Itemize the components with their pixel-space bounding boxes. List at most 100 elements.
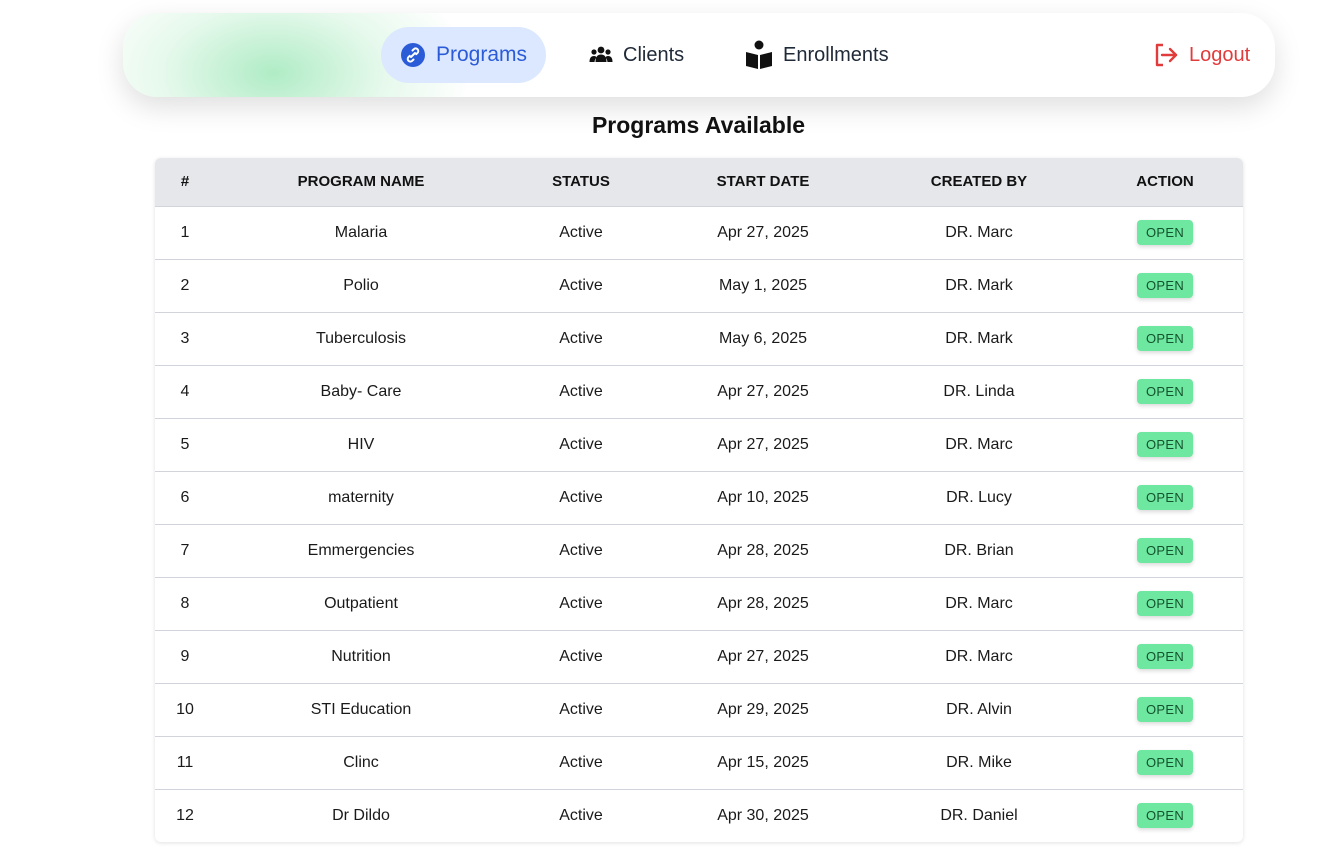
program-name: Clinc xyxy=(343,753,379,771)
program-created-by: DR. Marc xyxy=(945,223,1013,241)
program-created-by: DR. Marc xyxy=(945,435,1013,453)
col-header-status: STATUS xyxy=(552,173,610,191)
table-row: 10 STI Education Active Apr 29, 2025 DR.… xyxy=(155,683,1243,736)
table-row: 12 Dr Dildo Active Apr 30, 2025 DR. Dani… xyxy=(155,789,1243,842)
open-button[interactable]: OPEN xyxy=(1136,220,1194,245)
programs-table: # PROGRAM NAME STATUS START DATE CREATED… xyxy=(155,158,1243,842)
open-button[interactable]: OPEN xyxy=(1136,750,1194,775)
action-cell: OPEN xyxy=(1087,259,1243,312)
program-status: Active xyxy=(559,753,603,771)
row-number: 5 xyxy=(180,435,190,453)
open-button[interactable]: OPEN xyxy=(1136,379,1194,404)
program-start-date: Apr 28, 2025 xyxy=(717,541,809,559)
program-start-date: Apr 27, 2025 xyxy=(717,435,809,453)
program-status: Active xyxy=(559,647,603,665)
nav-clients[interactable]: Clients xyxy=(589,27,684,83)
row-number: 10 xyxy=(176,700,194,718)
program-name: maternity xyxy=(328,488,394,506)
open-button[interactable]: OPEN xyxy=(1136,644,1194,669)
program-status: Active xyxy=(559,276,603,294)
program-status: Active xyxy=(559,700,603,718)
program-status: Active xyxy=(559,329,603,347)
action-cell: OPEN xyxy=(1087,736,1243,789)
table-header: # PROGRAM NAME STATUS START DATE CREATED… xyxy=(155,158,1243,206)
table-row: 4 Baby- Care Active Apr 27, 2025 DR. Lin… xyxy=(155,365,1243,418)
action-cell: OPEN xyxy=(1087,365,1243,418)
open-button[interactable]: OPEN xyxy=(1136,803,1194,829)
open-button[interactable]: OPEN xyxy=(1136,538,1194,563)
nav-programs[interactable]: Programs xyxy=(381,27,546,83)
open-button[interactable]: OPEN xyxy=(1136,432,1194,457)
program-created-by: DR. Alvin xyxy=(946,700,1012,718)
program-status: Active xyxy=(559,806,603,824)
action-cell: OPEN xyxy=(1087,418,1243,471)
row-number: 11 xyxy=(176,753,194,771)
table-header-row: # PROGRAM NAME STATUS START DATE CREATED… xyxy=(155,158,1243,206)
program-status: Active xyxy=(559,541,603,559)
action-cell: OPEN xyxy=(1087,683,1243,736)
action-cell: OPEN xyxy=(1087,471,1243,524)
table-row: 2 Polio Active May 1, 2025 DR. Mark OPEN xyxy=(155,259,1243,312)
program-start-date: Apr 30, 2025 xyxy=(717,806,809,824)
col-header-created-by: CREATED BY xyxy=(930,173,1028,191)
program-name: Polio xyxy=(343,276,379,294)
table-row: 7 Emmergencies Active Apr 28, 2025 DR. B… xyxy=(155,524,1243,577)
program-name: STI Education xyxy=(310,700,412,718)
program-start-date: May 1, 2025 xyxy=(718,276,808,294)
users-icon xyxy=(589,45,613,65)
program-status: Active xyxy=(559,435,603,453)
table-row: 6 maternity Active Apr 10, 2025 DR. Lucy… xyxy=(155,471,1243,524)
col-header-program-name: PROGRAM NAME xyxy=(297,173,425,191)
program-created-by: DR. Linda xyxy=(943,382,1015,400)
program-status: Active xyxy=(559,594,603,612)
row-number: 3 xyxy=(180,329,190,347)
nav-clients-label: Clients xyxy=(623,43,685,66)
program-status: Active xyxy=(559,382,603,400)
program-created-by: DR. Mark xyxy=(945,276,1013,294)
program-start-date: Apr 29, 2025 xyxy=(717,700,809,718)
logout-label: Logout xyxy=(1189,43,1251,66)
logout-button[interactable]: Logout xyxy=(1153,27,1250,83)
col-header-start-date: START DATE xyxy=(716,173,810,191)
program-created-by: DR. Mark xyxy=(945,329,1013,347)
reader-icon xyxy=(745,40,773,70)
program-start-date: Apr 27, 2025 xyxy=(717,382,809,400)
program-name: Tuberculosis xyxy=(315,329,407,347)
page: Programs Clients Enrollments Logout Prog… xyxy=(0,0,1327,852)
program-name: HIV xyxy=(347,435,375,453)
program-name: Malaria xyxy=(334,223,388,241)
program-name: Emmergencies xyxy=(307,541,415,559)
open-button[interactable]: OPEN xyxy=(1136,485,1194,510)
program-created-by: DR. Daniel xyxy=(940,806,1018,824)
program-start-date: May 6, 2025 xyxy=(718,329,808,347)
program-created-by: DR. Marc xyxy=(945,647,1013,665)
table-row: 11 Clinc Active Apr 15, 2025 DR. Mike OP… xyxy=(155,736,1243,789)
program-start-date: Apr 27, 2025 xyxy=(717,223,809,241)
program-start-date: Apr 15, 2025 xyxy=(717,753,809,771)
table-row: 3 Tuberculosis Active May 6, 2025 DR. Ma… xyxy=(155,312,1243,365)
program-start-date: Apr 27, 2025 xyxy=(717,647,809,665)
table-row: 5 HIV Active Apr 27, 2025 DR. Marc OPEN xyxy=(155,418,1243,471)
nav-enrollments[interactable]: Enrollments xyxy=(745,27,889,83)
action-cell: OPEN xyxy=(1087,789,1243,842)
open-button[interactable]: OPEN xyxy=(1136,273,1194,298)
programs-table-container: # PROGRAM NAME STATUS START DATE CREATED… xyxy=(155,158,1243,842)
table-row: 8 Outpatient Active Apr 28, 2025 DR. Mar… xyxy=(155,577,1243,630)
program-start-date: Apr 28, 2025 xyxy=(717,594,809,612)
page-title: Programs Available xyxy=(591,112,806,138)
action-cell: OPEN xyxy=(1087,630,1243,683)
link-icon xyxy=(400,42,426,68)
open-button[interactable]: OPEN xyxy=(1136,326,1194,351)
col-header-number: # xyxy=(180,173,190,191)
row-number: 7 xyxy=(180,541,190,559)
table-row: 1 Malaria Active Apr 27, 2025 DR. Marc O… xyxy=(155,206,1243,259)
action-cell: OPEN xyxy=(1087,206,1243,259)
row-number: 12 xyxy=(176,806,194,824)
open-button[interactable]: OPEN xyxy=(1136,591,1194,616)
logout-icon xyxy=(1153,42,1179,68)
program-created-by: DR. Marc xyxy=(945,594,1013,612)
top-navbar: Programs Clients Enrollments Logout xyxy=(123,13,1275,97)
program-name: Outpatient xyxy=(324,594,398,612)
row-number: 1 xyxy=(180,223,190,241)
open-button[interactable]: OPEN xyxy=(1136,697,1194,722)
